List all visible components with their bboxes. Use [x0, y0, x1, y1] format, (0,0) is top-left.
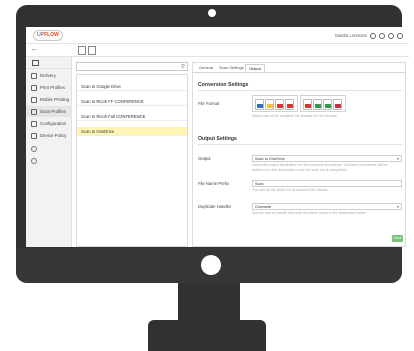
policy-icon [31, 132, 37, 139]
logo-main: FLOW [44, 32, 59, 38]
copy-button-icon[interactable] [88, 46, 96, 55]
settings-icon[interactable] [31, 158, 37, 164]
pdf-icon [277, 104, 283, 108]
file-format-help: Select one of the available file formats… [252, 114, 338, 118]
file-format-option-6[interactable] [313, 99, 322, 110]
chevron-down-icon: ▾ [396, 204, 399, 209]
list-icon [31, 72, 37, 79]
add-button-icon[interactable] [78, 46, 86, 55]
tab-bar: General Scan Settings Output [193, 63, 405, 73]
tif-icon [287, 104, 293, 108]
logout-icon[interactable] [397, 32, 403, 39]
output-settings-title: Output Settings [198, 136, 237, 142]
jpg-icon [305, 104, 311, 108]
output-select-value: Scan to OneDrive [255, 157, 285, 161]
search-icon: ⚲ [180, 64, 185, 70]
camera-dot [208, 9, 216, 17]
pdf-icon [257, 104, 263, 108]
file-format-option-8[interactable] [333, 99, 342, 110]
png-icon [335, 104, 341, 108]
sidebar-item-label: Delivery [40, 73, 56, 78]
xls-icon [315, 104, 321, 108]
profile-list-panel: ⚲ Scan to Google Drive Scan to Ricoh FF … [76, 62, 188, 247]
menu-icon[interactable] [32, 60, 39, 66]
sidebar-item-label: Print Profiles [40, 85, 65, 90]
tab-general[interactable]: General [196, 64, 216, 72]
sidebar-item-label: Device Policy [40, 133, 67, 138]
sidebar-item-configuration[interactable]: Configuration [26, 118, 72, 129]
tab-output[interactable]: Output [245, 64, 266, 72]
list-item[interactable]: Scan to Ricoh Full CONFERENCE [77, 112, 187, 121]
file-format-option-2[interactable] [265, 99, 274, 110]
chevron-down-icon: ▾ [396, 156, 399, 161]
sidebar-item-label: Scan Profiles [40, 109, 66, 114]
duplicate-handler-value: Overwrite [255, 205, 272, 209]
duplicate-handler-label: Duplicate Handler [198, 204, 232, 209]
sidebar: Delivery Print Profiles Mobile Printing … [26, 57, 72, 247]
power-button [201, 255, 221, 275]
txt-icon [325, 104, 331, 108]
file-format-label: File Format [198, 101, 220, 106]
list-item[interactable]: Scan to Google Drive [77, 82, 187, 91]
profile-list: Scan to Google Drive Scan to Ricoh FF CO… [76, 74, 188, 247]
search-input[interactable]: ⚲ [76, 62, 188, 71]
app-bar: UPFLOW Sandra Lorenzen [26, 27, 409, 44]
help-icon[interactable] [388, 32, 394, 39]
format-group-2 [300, 95, 346, 112]
output-help: Select the output destination for the sc… [252, 163, 388, 172]
monitor-foot [148, 320, 266, 351]
sidebar-item-mobile-printing[interactable]: Mobile Printing [26, 94, 72, 105]
format-group-1 [252, 95, 298, 112]
list-item-selected[interactable]: Scan to OneDrive [77, 127, 187, 136]
back-arrow-icon[interactable]: ← [31, 46, 38, 54]
mobile-icon [31, 96, 37, 103]
bell-icon[interactable] [379, 32, 385, 39]
user-icon[interactable] [370, 32, 376, 39]
conversion-settings-title: Conversion Settings [198, 82, 249, 88]
app-screen: UPFLOW Sandra Lorenzen ← Delivery Print … [26, 27, 409, 247]
sidebar-item-print-profiles[interactable]: Print Profiles [26, 82, 72, 93]
gear-icon [31, 120, 37, 127]
file-name-prefix-value: Scan [255, 182, 264, 186]
monitor-neck [178, 283, 240, 321]
list-item[interactable]: Scan to Ricoh FF CONFERENCE [77, 97, 187, 106]
file-format-option-5[interactable] [303, 99, 312, 110]
app-logo: UPFLOW [33, 30, 63, 41]
profile-detail-panel: General Scan Settings Output Conversion … [192, 62, 406, 247]
doc-icon [267, 104, 273, 108]
file-name-prefix-input[interactable]: Scan [252, 180, 402, 187]
sidebar-item-label: Mobile Printing [40, 97, 70, 102]
duplicate-handler-help: Specify how to handle files with the sam… [252, 211, 367, 215]
printer-icon [31, 84, 37, 91]
duplicate-handler-select[interactable]: Overwrite ▾ [252, 203, 402, 210]
save-button[interactable]: Save [392, 235, 403, 242]
scan-icon [31, 108, 37, 115]
monitor-mockup: UPFLOW Sandra Lorenzen ← Delivery Print … [0, 0, 414, 351]
file-format-option-3[interactable] [275, 99, 284, 110]
sidebar-item-device-policy[interactable]: Device Policy [26, 130, 72, 141]
sidebar-item-scan-profiles[interactable]: Scan Profiles [26, 106, 72, 117]
file-name-prefix-label: File Name Prefix [198, 181, 229, 186]
section-divider [198, 90, 402, 91]
output-select[interactable]: Scan to OneDrive ▾ [252, 155, 402, 162]
user-name[interactable]: Sandra Lorenzen [335, 33, 367, 38]
output-label: Output [198, 156, 211, 161]
sidebar-header [26, 57, 72, 69]
sidebar-item-label: Configuration [40, 121, 67, 126]
section-divider [198, 144, 402, 145]
tab-scan-settings[interactable]: Scan Settings [216, 64, 247, 72]
file-format-option-7[interactable] [323, 99, 332, 110]
sidebar-item-delivery[interactable]: Delivery [26, 70, 72, 81]
file-format-option-1[interactable] [255, 99, 264, 110]
file-format-option-4[interactable] [285, 99, 294, 110]
user-area: Sandra Lorenzen [335, 31, 403, 40]
info-icon[interactable] [31, 146, 37, 152]
file-name-prefix-help: This will be the prefix for all scanned … [252, 188, 329, 192]
